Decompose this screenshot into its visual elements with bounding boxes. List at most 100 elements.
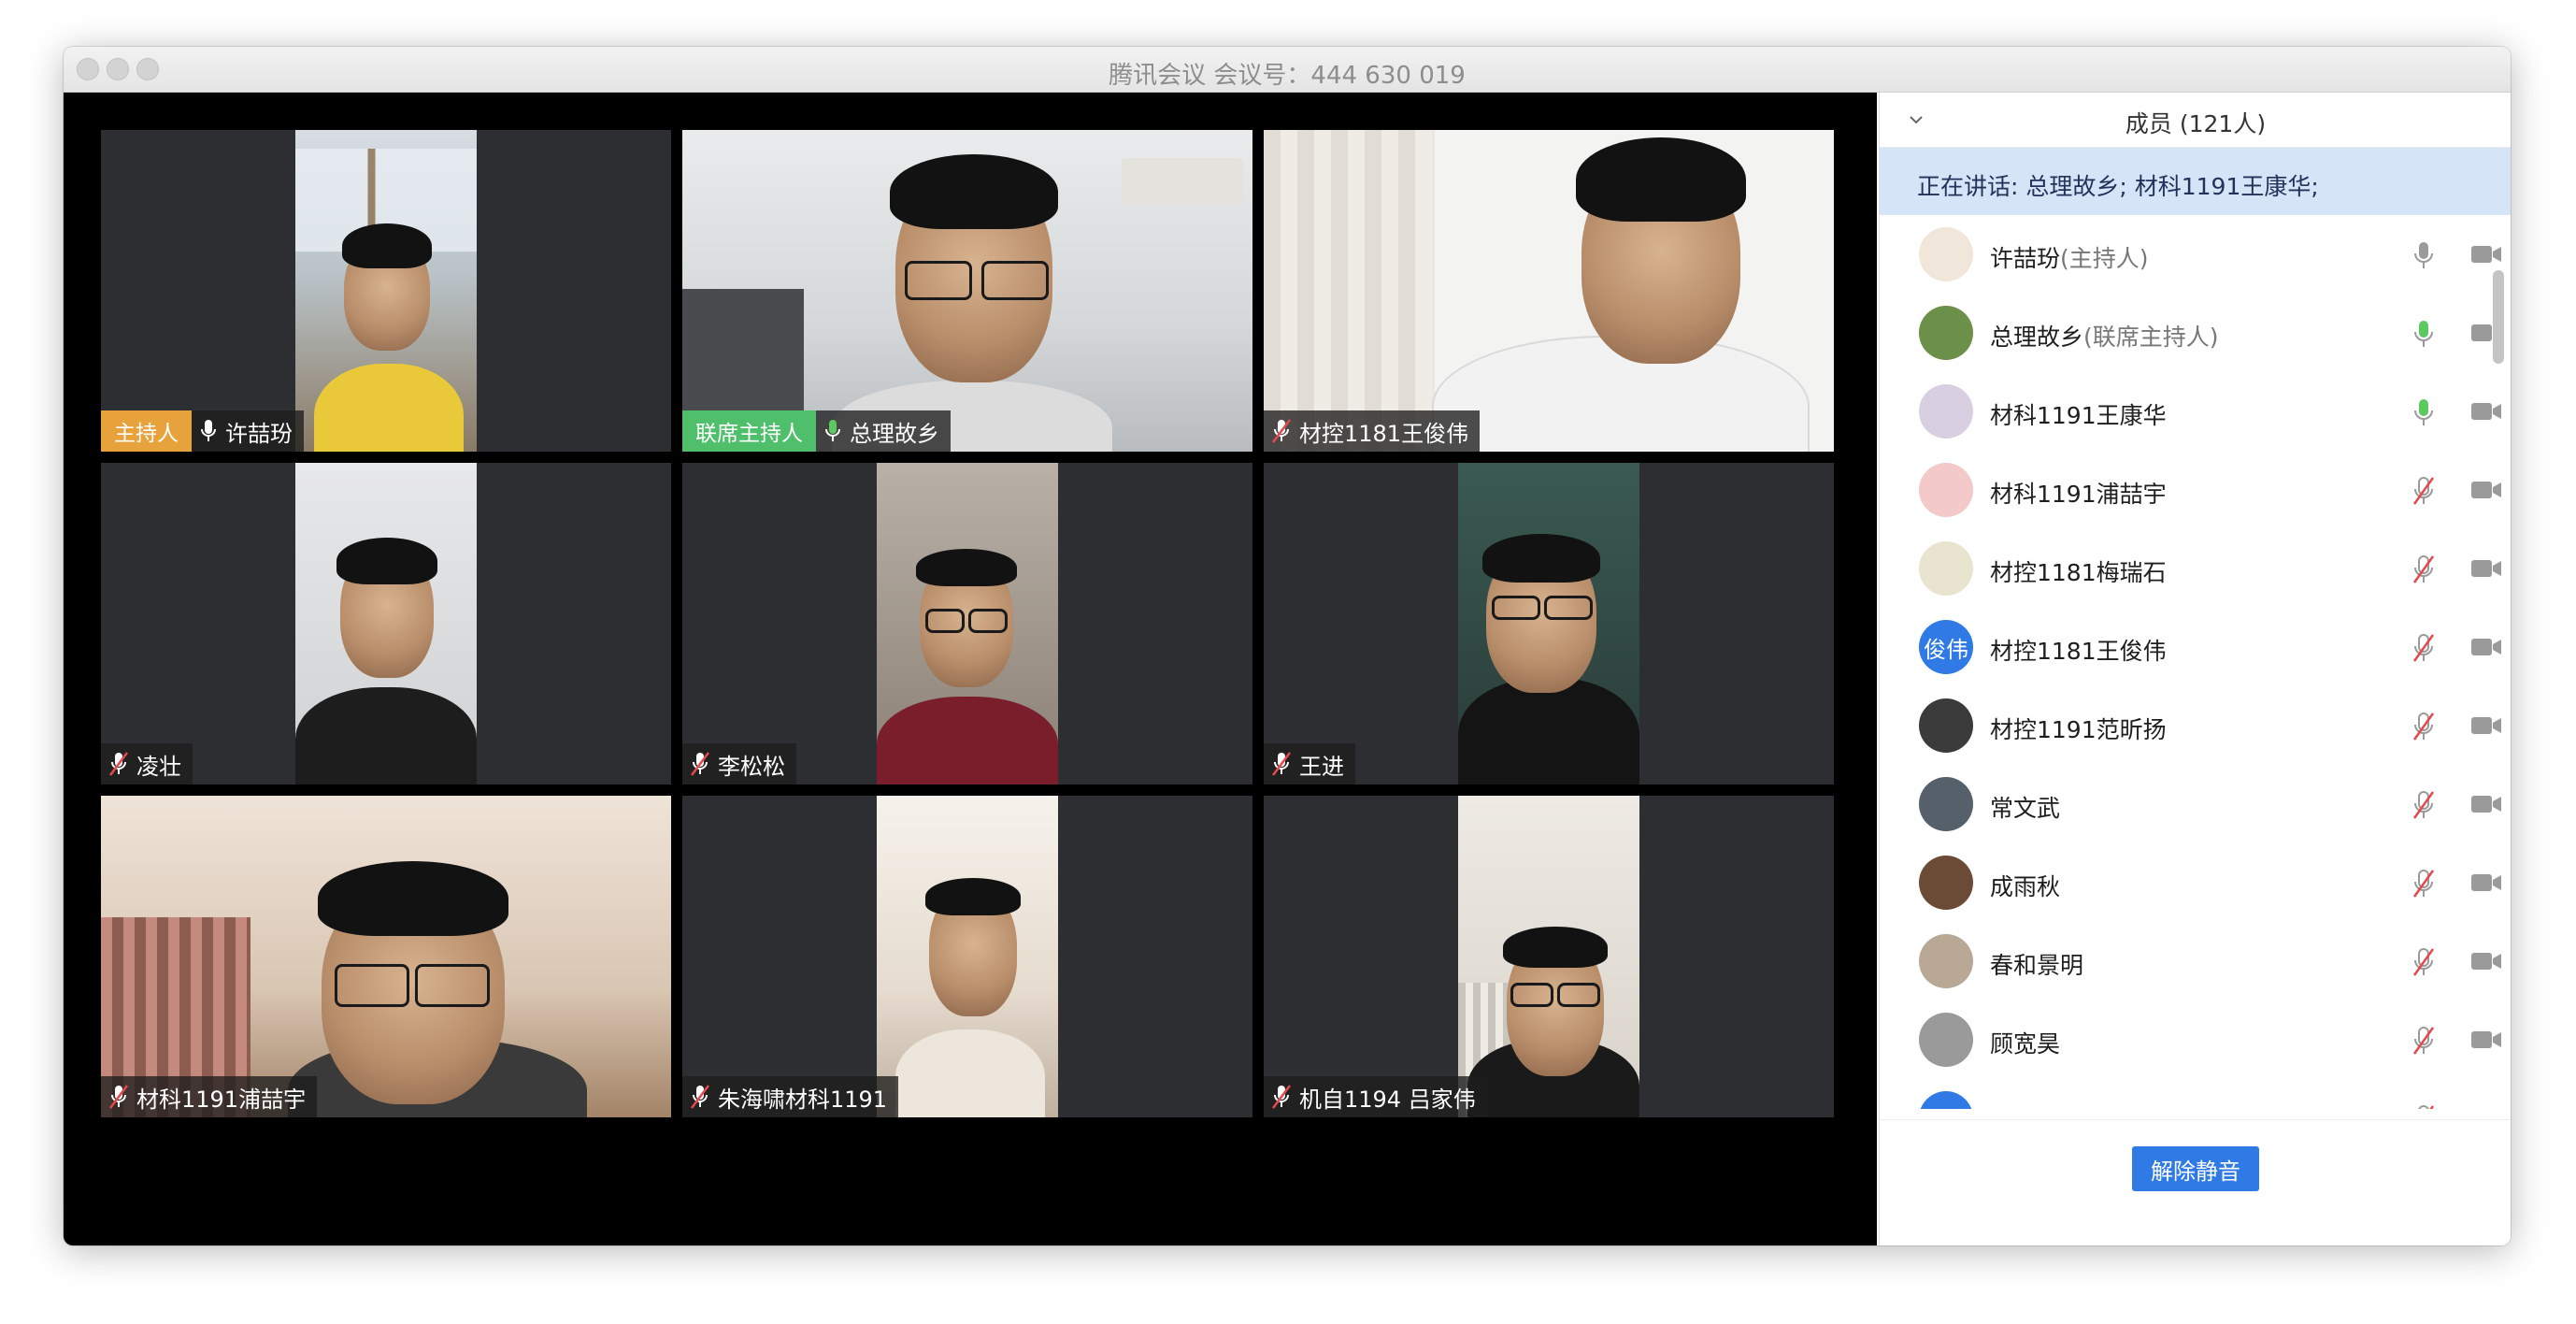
microphone-muted-icon xyxy=(690,751,710,777)
member-name-text: 材科1191浦喆宇 xyxy=(1990,481,2167,508)
video-tile[interactable]: 联席主持人 总理故乡 xyxy=(682,130,1252,452)
members-panel-header: 成员 (121人) xyxy=(1880,93,2511,148)
camera-feed xyxy=(877,463,1058,784)
speaking-banner: 正在讲话: 总理故乡; 材科1191王康华; xyxy=(1880,148,2511,215)
video-tile[interactable]: 材科1191浦喆宇 xyxy=(101,796,671,1117)
member-row[interactable]: 材控1181梅瑞石 xyxy=(1880,529,2501,608)
video-tile[interactable]: 材控1181王俊伟 xyxy=(1264,130,1834,452)
microphone-muted-icon xyxy=(108,1084,129,1110)
video-tile[interactable]: 机自1194 吕家伟 xyxy=(1264,796,1834,1117)
camera-feed xyxy=(682,130,1252,452)
video-tile[interactable]: 凌壮 xyxy=(101,463,671,784)
member-name: 成雨秋 xyxy=(1990,869,2060,902)
microphone-muted-icon[interactable] xyxy=(2411,868,2437,899)
member-name-text: 总理故乡 xyxy=(1990,324,2084,351)
meeting-window: 腾讯会议 会议号：444 630 019 主持人 许喆玢 联席主持人 总理故乡 … xyxy=(64,47,2511,1245)
participant-name: 材控1181王俊伟 xyxy=(1299,420,1469,447)
participant-name: 凌壮 xyxy=(136,753,181,780)
member-name-text: 常文武 xyxy=(1990,795,2061,822)
member-row[interactable]: 材控1191范昕扬 xyxy=(1880,686,2501,765)
microphone-muted-icon xyxy=(690,1084,710,1110)
avatar xyxy=(1919,777,1973,831)
participant-name: 材科1191浦喆宇 xyxy=(136,1086,307,1113)
video-tile[interactable]: 王进 xyxy=(1264,463,1834,784)
member-name: 材控1181梅瑞石 xyxy=(1990,554,2167,588)
avatar xyxy=(1919,934,1973,988)
video-tile[interactable]: 朱海啸材科1191 xyxy=(682,796,1252,1117)
microphone-icon[interactable] xyxy=(2411,396,2437,428)
video-grid: 主持人 许喆玢 联席主持人 总理故乡 材控1181王俊伟 凌壮 李松松 王进 材… xyxy=(64,93,1877,1245)
members-count-title: 成员 (121人) xyxy=(2125,110,2267,137)
microphone-muted-icon[interactable] xyxy=(2411,946,2437,978)
camera-feed xyxy=(295,130,477,452)
member-name: 许喆玢(主持人) xyxy=(1990,240,2149,274)
unmute-all-button[interactable]: 解除静音 xyxy=(2132,1146,2259,1191)
member-name: 材科1191王康华 xyxy=(1990,397,2167,431)
avatar xyxy=(1919,463,1973,517)
microphone-muted-icon[interactable] xyxy=(2411,632,2437,664)
camera-feed xyxy=(877,796,1058,1117)
microphone-muted-icon xyxy=(1271,1084,1292,1110)
member-row[interactable]: 陈欣过控1191陈欣 xyxy=(1880,1079,2497,1109)
avatar xyxy=(1919,698,1973,753)
host-badge: 主持人 xyxy=(101,410,192,452)
avatar xyxy=(1919,227,1973,281)
microphone-icon[interactable] xyxy=(2411,239,2437,271)
cohost-badge: 联席主持人 xyxy=(682,410,816,452)
participant-name: 李松松 xyxy=(718,753,785,780)
video-tile[interactable]: 主持人 许喆玢 xyxy=(101,130,671,452)
participant-name: 总理故乡 xyxy=(850,420,939,447)
member-name: 春和景明 xyxy=(1990,947,2083,981)
participant-name: 朱海啸材科1191 xyxy=(718,1086,888,1113)
member-name: 总理故乡(联席主持人) xyxy=(1990,319,2219,353)
member-name: 材科1191浦喆宇 xyxy=(1990,476,2167,510)
microphone-muted-icon[interactable] xyxy=(2411,1103,2437,1109)
member-row[interactable]: 许喆玢(主持人) xyxy=(1880,215,2501,294)
member-name: 材控1191范昕扬 xyxy=(1990,712,2167,745)
window-title: 腾讯会议 会议号：444 630 019 xyxy=(1109,62,1466,90)
camera-feed xyxy=(101,796,671,1117)
avatar xyxy=(1919,1013,1973,1067)
member-row[interactable]: 顾宽昊 xyxy=(1880,1000,2501,1079)
microphone-muted-icon[interactable] xyxy=(2411,554,2437,585)
member-row[interactable]: 俊伟 材控1181王俊伟 xyxy=(1880,608,2501,686)
member-name-text: 材控1191范昕扬 xyxy=(1990,716,2167,743)
member-name: 过控1191陈欣 xyxy=(1990,1104,2143,1109)
participant-name: 王进 xyxy=(1299,753,1344,780)
member-row[interactable]: 春和景明 xyxy=(1880,922,2501,1000)
member-name-text: 顾宽昊 xyxy=(1990,1030,2061,1058)
camera-feed xyxy=(295,463,477,784)
avatar xyxy=(1919,306,1973,360)
members-panel-footer: 解除静音 xyxy=(1880,1119,2511,1245)
avatar xyxy=(1919,384,1973,439)
microphone-muted-icon xyxy=(108,751,129,777)
member-name: 顾宽昊 xyxy=(1990,1026,2060,1059)
member-name-text: 材控1181梅瑞石 xyxy=(1990,559,2167,586)
members-panel: 成员 (121人) 正在讲话: 总理故乡; 材科1191王康华; 许喆玢(主持人… xyxy=(1879,93,2511,1245)
member-row[interactable]: 材科1191王康华 xyxy=(1880,372,2501,451)
microphone-active-icon xyxy=(823,418,842,444)
member-name-text: 成雨秋 xyxy=(1990,873,2061,900)
camera-icon[interactable] xyxy=(2470,1107,2502,1109)
camera-feed xyxy=(1458,796,1639,1117)
microphone-muted-icon[interactable] xyxy=(2411,789,2437,821)
member-row[interactable]: 总理故乡(联席主持人) xyxy=(1880,294,2501,372)
microphone-icon[interactable] xyxy=(2411,318,2437,350)
avatar xyxy=(1919,856,1973,910)
microphone-muted-icon[interactable] xyxy=(2411,711,2437,742)
avatar: 陈欣 xyxy=(1919,1091,1973,1109)
member-name: 常文武 xyxy=(1990,790,2060,824)
member-name-text: 许喆玢 xyxy=(1990,245,2061,272)
microphone-icon xyxy=(199,418,218,444)
video-tile[interactable]: 李松松 xyxy=(682,463,1252,784)
member-row[interactable]: 成雨秋 xyxy=(1880,843,2501,922)
microphone-muted-icon[interactable] xyxy=(2411,475,2437,507)
member-role: (主持人) xyxy=(2060,245,2149,272)
avatar xyxy=(1919,541,1973,596)
microphone-muted-icon[interactable] xyxy=(2411,1025,2437,1057)
member-row[interactable]: 常文武 xyxy=(1880,765,2501,843)
scrollbar-thumb[interactable] xyxy=(2493,270,2504,364)
member-row[interactable]: 材科1191浦喆宇 xyxy=(1880,451,2501,529)
member-name-text: 材控1181王俊伟 xyxy=(1990,638,2167,665)
member-name: 材控1181王俊伟 xyxy=(1990,633,2167,667)
